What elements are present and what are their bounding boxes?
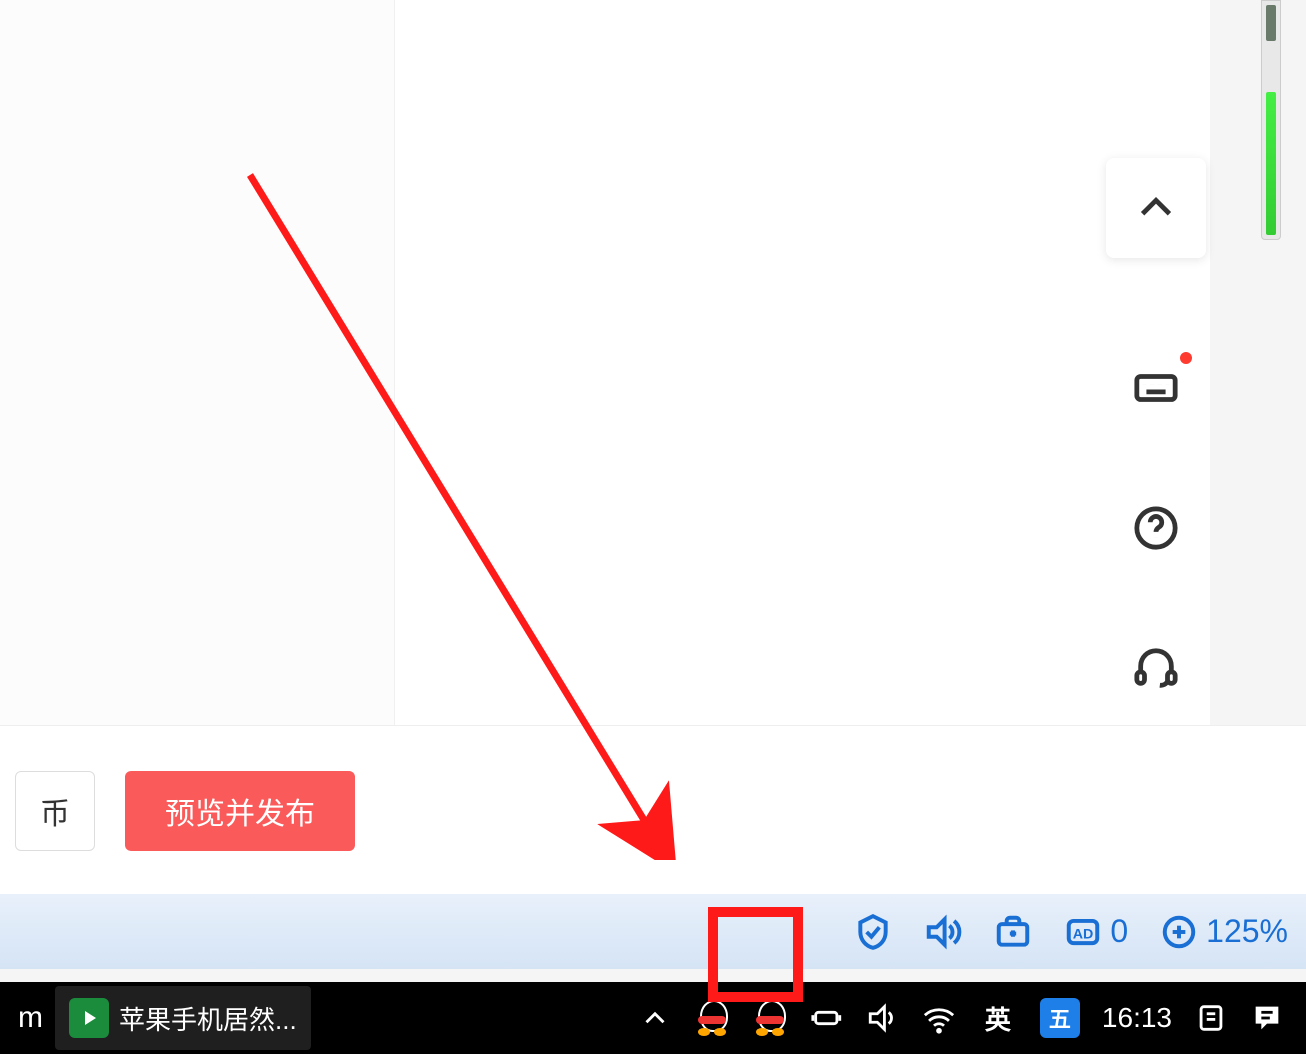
volume-tray[interactable] [866, 1001, 900, 1035]
ad-count: 0 [1110, 913, 1128, 950]
support-button[interactable] [1106, 618, 1206, 718]
wifi-tray[interactable] [922, 1001, 956, 1035]
left-panel [0, 0, 395, 725]
notification-center[interactable] [1194, 1001, 1228, 1035]
shield-status[interactable] [854, 913, 892, 951]
message-icon [1250, 1001, 1284, 1035]
volume-level [1266, 92, 1276, 235]
scroll-top-button[interactable] [1106, 158, 1206, 258]
sound-status[interactable] [924, 913, 962, 951]
penguin-icon [694, 998, 730, 1038]
chevron-up-icon [638, 1001, 672, 1035]
right-panel [395, 0, 1210, 725]
penguin-icon [752, 998, 788, 1038]
ime-method[interactable]: 五 [1040, 998, 1080, 1038]
notes-icon [1194, 1001, 1228, 1035]
taskbar-clock[interactable]: 16:13 [1102, 1002, 1172, 1034]
qq-icon-2[interactable] [752, 998, 788, 1038]
app-icon [69, 998, 109, 1038]
taskbar-left-fragment: m [8, 1001, 53, 1035]
ad-blocker-status[interactable]: AD 0 [1064, 913, 1128, 951]
extension-status[interactable] [994, 913, 1032, 951]
volume-indicator[interactable] [1261, 0, 1281, 240]
keyboard-button[interactable] [1106, 338, 1206, 438]
zoom-status[interactable]: 125% [1160, 913, 1288, 951]
battery-status[interactable] [810, 1001, 844, 1035]
svg-text:AD: AD [1073, 926, 1094, 942]
publish-button-label: 预览并发布 [165, 789, 315, 833]
zoom-in-icon [1160, 913, 1198, 951]
tray-expand[interactable] [638, 1001, 672, 1035]
browser-status-bar: AD 0 125% [0, 894, 1306, 969]
keyboard-icon [1133, 365, 1179, 411]
app-title: 苹果手机居然... [119, 1000, 297, 1037]
publish-button[interactable]: 预览并发布 [125, 771, 355, 851]
ime-language[interactable]: 英 [978, 998, 1018, 1038]
volume-handle [1266, 5, 1276, 41]
qq-icon-1[interactable] [694, 998, 730, 1038]
bottom-toolbar: 币 预览并发布 [0, 725, 1306, 895]
chevron-up-icon [1133, 185, 1179, 231]
ad-icon: AD [1064, 913, 1102, 951]
shield-icon [854, 913, 892, 951]
briefcase-icon [994, 913, 1032, 951]
headset-icon [1133, 645, 1179, 691]
help-icon [1133, 505, 1179, 551]
system-tray: 英 五 16:13 [624, 998, 1298, 1038]
zoom-label: 125% [1206, 913, 1288, 950]
wifi-icon [922, 1001, 956, 1035]
taskbar-app-item[interactable]: 苹果手机居然... [55, 986, 311, 1050]
secondary-button[interactable]: 币 [15, 771, 95, 851]
speaker-icon [866, 1001, 900, 1035]
secondary-button-label: 币 [40, 789, 70, 833]
windows-taskbar: m 苹果手机居然... 英 五 16:13 [0, 982, 1306, 1054]
side-toolbar [1106, 158, 1206, 718]
battery-icon [810, 1001, 844, 1035]
notification-dot [1180, 352, 1192, 364]
action-center[interactable] [1250, 1001, 1284, 1035]
main-content [0, 0, 1210, 725]
speaker-icon [924, 913, 962, 951]
help-button[interactable] [1106, 478, 1206, 578]
